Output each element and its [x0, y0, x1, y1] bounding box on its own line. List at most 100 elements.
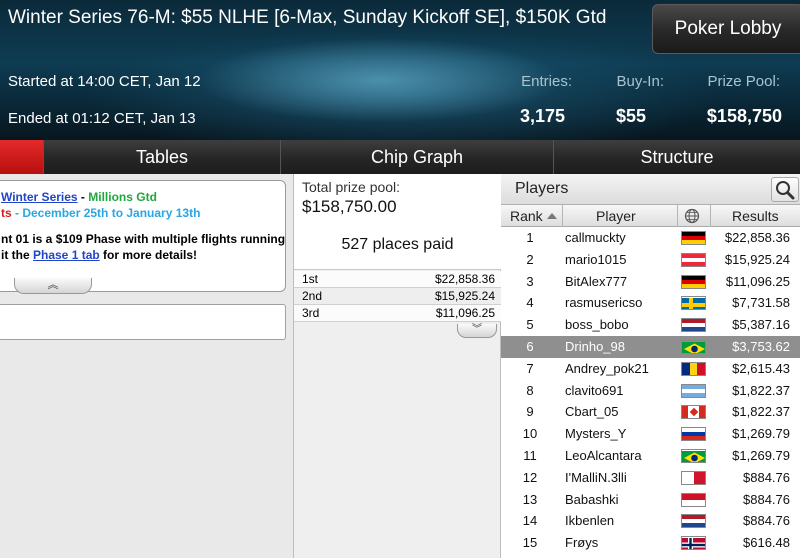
col-results[interactable]: Results — [732, 208, 779, 224]
promo-prefix: ts — [1, 206, 12, 220]
promo-dates: - December 25th to January 13th — [11, 206, 201, 220]
player-name: callmuckty — [565, 230, 626, 245]
promo-box: Winter Series - Millions Gtd ts - Decemb… — [0, 180, 286, 292]
player-rank: 4 — [526, 295, 534, 311]
flag-de-icon — [681, 231, 706, 245]
places-paid: 527 places paid — [341, 236, 454, 253]
player-row[interactable]: 14 Ikbenlen $884.76 — [501, 510, 800, 532]
player-rank: 11 — [523, 447, 537, 463]
winter-series-link[interactable]: Winter Series — [1, 190, 78, 204]
tab-info[interactable] — [0, 140, 44, 174]
player-name: Babashki — [565, 491, 619, 507]
player-rank: 13 — [522, 491, 538, 507]
tab-structure[interactable]: Structure — [554, 140, 800, 174]
player-row[interactable]: 11 LeoAlcantara $1,269.79 — [501, 445, 800, 467]
tab-tables[interactable]: Tables — [44, 140, 281, 174]
player-name: Frøys — [565, 535, 599, 551]
player-result: $884.76 — [743, 491, 790, 507]
player-rank: 3 — [526, 273, 534, 289]
total-prize-pool-value: $158,750.00 — [302, 197, 397, 216]
collapse-promo-icon[interactable]: ︽ — [14, 278, 92, 294]
player-result: $2,615.43 — [732, 360, 790, 376]
player-result: $1,269.79 — [732, 447, 790, 463]
player-row[interactable]: 8 clavito691 $1,822.37 — [501, 380, 800, 402]
phase-1-tab-link[interactable]: Phase 1 tab — [33, 248, 100, 262]
flag-se-icon — [681, 296, 706, 311]
player-name: Mysters_Y — [565, 426, 627, 442]
flag-br-icon — [681, 339, 706, 354]
payout-row: 3rd $11,096.25 — [294, 305, 501, 322]
prize-panel: Total prize pool: $158,750.00 527 places… — [293, 174, 501, 558]
player-rank: 2 — [526, 251, 534, 267]
player-row[interactable]: 4 rasmusericso $7,731.58 — [501, 292, 800, 314]
player-name: clavito691 — [565, 382, 624, 398]
player-name: I'MalliN.3lli — [565, 469, 627, 485]
payout-table: 1st $22,858.36 2nd $15,925.24 3rd $11,09… — [294, 271, 501, 322]
player-name: Drinho_98 — [565, 338, 625, 354]
start-time: Started at 14:00 CET, Jan 12 — [8, 73, 201, 90]
player-result: $884.76 — [743, 469, 790, 485]
player-name: boss_bobo — [565, 317, 629, 333]
player-row[interactable]: 10 Mysters_Y $1,269.79 — [501, 423, 800, 445]
entries-value: 3,175 — [519, 106, 565, 126]
col-rank[interactable]: Rank — [510, 208, 543, 224]
player-name: LeoAlcantara — [565, 447, 642, 463]
player-result: $5,387.16 — [732, 317, 790, 333]
col-player[interactable]: Player — [596, 208, 636, 224]
flag-br-icon — [681, 448, 706, 463]
player-row[interactable]: 3 BitAlex777 $11,096.25 — [501, 271, 800, 293]
tournament-title: Winter Series 76-M: $55 NLHE [6-Max, Sun… — [8, 7, 607, 28]
player-row[interactable]: 5 boss_bobo $5,387.16 — [501, 314, 800, 336]
payout-row: 1st $22,858.36 — [294, 271, 501, 288]
promo-line-3: nt 01 is a $109 Phase with multiple flig… — [1, 232, 286, 246]
player-row[interactable]: 6 Drinho_98 $3,753.62 — [501, 335, 800, 358]
player-result: $1,822.37 — [732, 382, 790, 398]
player-row[interactable]: 7 Andrey_pok21 $2,615.43 — [501, 358, 800, 380]
prize-pool-label: Prize Pool: — [707, 73, 780, 90]
expand-payouts-icon[interactable]: ︾ — [457, 324, 497, 338]
players-column-header: Rank Player Results — [501, 205, 800, 227]
total-prize-pool-label: Total prize pool: — [302, 179, 401, 195]
poker-lobby-button[interactable]: Poker Lobby — [652, 4, 800, 54]
player-row[interactable]: 13 Babashki $884.76 — [501, 489, 800, 511]
player-row[interactable]: 9 Cbart_05 $1,822.37 — [501, 401, 800, 423]
player-name: Ikbenlen — [565, 513, 615, 529]
player-name: Andrey_pok21 — [565, 360, 649, 376]
globe-icon[interactable] — [684, 208, 700, 224]
tab-bar: Tables Chip Graph Structure — [0, 140, 800, 174]
search-players-button[interactable] — [771, 177, 799, 202]
flag-ca-icon — [681, 405, 706, 420]
player-row[interactable]: 15 Frøys $616.48 — [501, 532, 800, 554]
flag-mt-icon — [681, 470, 706, 485]
player-result: $3,753.62 — [732, 338, 790, 354]
flag-de-icon — [681, 274, 706, 289]
player-name: rasmusericso — [565, 295, 643, 311]
player-result: $616.48 — [743, 535, 790, 551]
player-result: $1,269.79 — [732, 426, 790, 442]
info-text-field[interactable] — [0, 304, 286, 340]
flag-ar-icon — [681, 383, 706, 398]
player-rank: 15 — [522, 535, 538, 551]
tab-chip-graph[interactable]: Chip Graph — [281, 140, 554, 174]
players-panel: Players Rank Player Results 1 callmuckty $… — [501, 174, 800, 558]
player-rank: 10 — [522, 426, 538, 442]
players-list: 1 callmuckty $22,858.36 2 mario1015 $15,925.2… — [501, 227, 800, 554]
flag-ru-icon — [681, 427, 706, 442]
player-row[interactable]: 2 mario1015 $15,925.24 — [501, 249, 800, 271]
player-row[interactable]: 12 I'MalliN.3lli $884.76 — [501, 467, 800, 489]
player-rank: 9 — [526, 404, 534, 420]
player-result: $7,731.58 — [732, 295, 790, 311]
player-result: $884.76 — [743, 513, 790, 529]
player-rank: 1 — [526, 230, 534, 245]
sort-ascending-icon — [547, 213, 557, 219]
buyin-label: Buy-In: — [616, 73, 664, 90]
player-row[interactable]: 1 callmuckty $22,858.36 — [501, 227, 800, 249]
flag-nl-icon — [681, 318, 706, 333]
search-icon — [776, 181, 795, 200]
player-rank: 8 — [526, 382, 534, 398]
player-name: Cbart_05 — [565, 404, 619, 420]
flag-nl-icon — [681, 514, 706, 529]
player-rank: 5 — [526, 317, 534, 333]
player-result: $22,858.36 — [724, 230, 790, 245]
entries-label: Entries: — [521, 73, 572, 90]
